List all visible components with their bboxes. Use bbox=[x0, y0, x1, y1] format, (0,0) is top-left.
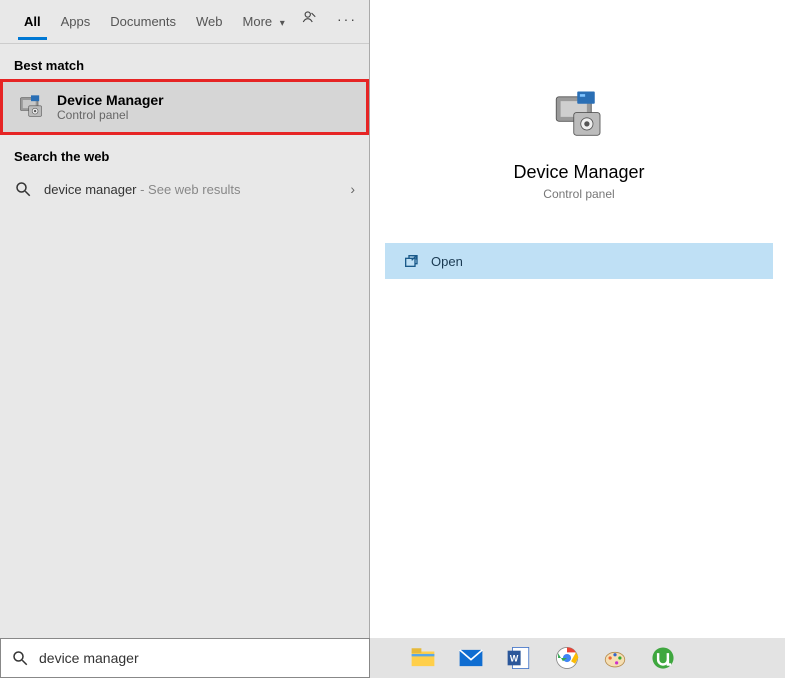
word-icon[interactable]: W bbox=[506, 645, 532, 671]
search-bar[interactable] bbox=[0, 638, 370, 678]
device-manager-large-icon bbox=[551, 88, 607, 144]
result-device-manager[interactable]: Device Manager Control panel bbox=[0, 79, 369, 135]
more-options-icon[interactable]: ··· bbox=[337, 11, 357, 27]
open-action[interactable]: Open bbox=[385, 243, 773, 279]
search-input[interactable] bbox=[39, 650, 359, 666]
section-best-match-label: Best match bbox=[0, 44, 369, 79]
chevron-down-icon: ▾ bbox=[280, 18, 285, 29]
detail-card: Device Manager Control panel bbox=[385, 60, 773, 219]
tab-more[interactable]: More ▾ bbox=[233, 4, 295, 39]
web-result-item[interactable]: device manager - See web results › bbox=[0, 170, 369, 208]
detail-title: Device Manager bbox=[513, 162, 644, 183]
detail-panel: Device Manager Control panel Open bbox=[385, 60, 773, 279]
result-subtitle: Control panel bbox=[57, 108, 164, 122]
device-manager-icon bbox=[17, 93, 45, 121]
web-result-text: device manager - See web results bbox=[44, 182, 241, 197]
open-label: Open bbox=[431, 254, 463, 269]
feedback-icon[interactable] bbox=[301, 10, 319, 28]
tab-more-label: More bbox=[243, 14, 273, 29]
web-result-query: device manager bbox=[44, 182, 137, 197]
search-icon bbox=[11, 649, 29, 667]
result-title: Device Manager bbox=[57, 92, 164, 108]
tab-all[interactable]: All bbox=[14, 4, 51, 39]
tab-web[interactable]: Web bbox=[186, 4, 233, 39]
section-search-web-label: Search the web bbox=[0, 135, 369, 170]
mail-icon[interactable] bbox=[458, 645, 484, 671]
tab-documents[interactable]: Documents bbox=[100, 4, 186, 39]
tab-apps[interactable]: Apps bbox=[51, 4, 101, 39]
chrome-icon[interactable] bbox=[554, 645, 580, 671]
utorrent-icon[interactable] bbox=[650, 645, 676, 671]
open-icon bbox=[403, 253, 419, 269]
result-text: Device Manager Control panel bbox=[57, 92, 164, 122]
paint-icon[interactable] bbox=[602, 645, 628, 671]
svg-text:W: W bbox=[510, 653, 519, 663]
web-result-suffix: - See web results bbox=[137, 182, 241, 197]
file-explorer-icon[interactable] bbox=[410, 645, 436, 671]
search-icon bbox=[14, 180, 32, 198]
chevron-right-icon: › bbox=[350, 181, 355, 197]
header-actions: ··· bbox=[301, 10, 357, 28]
taskbar: W bbox=[370, 638, 785, 678]
detail-subtitle: Control panel bbox=[543, 187, 614, 201]
search-panel: All Apps Documents Web More ▾ ··· Best m… bbox=[0, 0, 370, 638]
